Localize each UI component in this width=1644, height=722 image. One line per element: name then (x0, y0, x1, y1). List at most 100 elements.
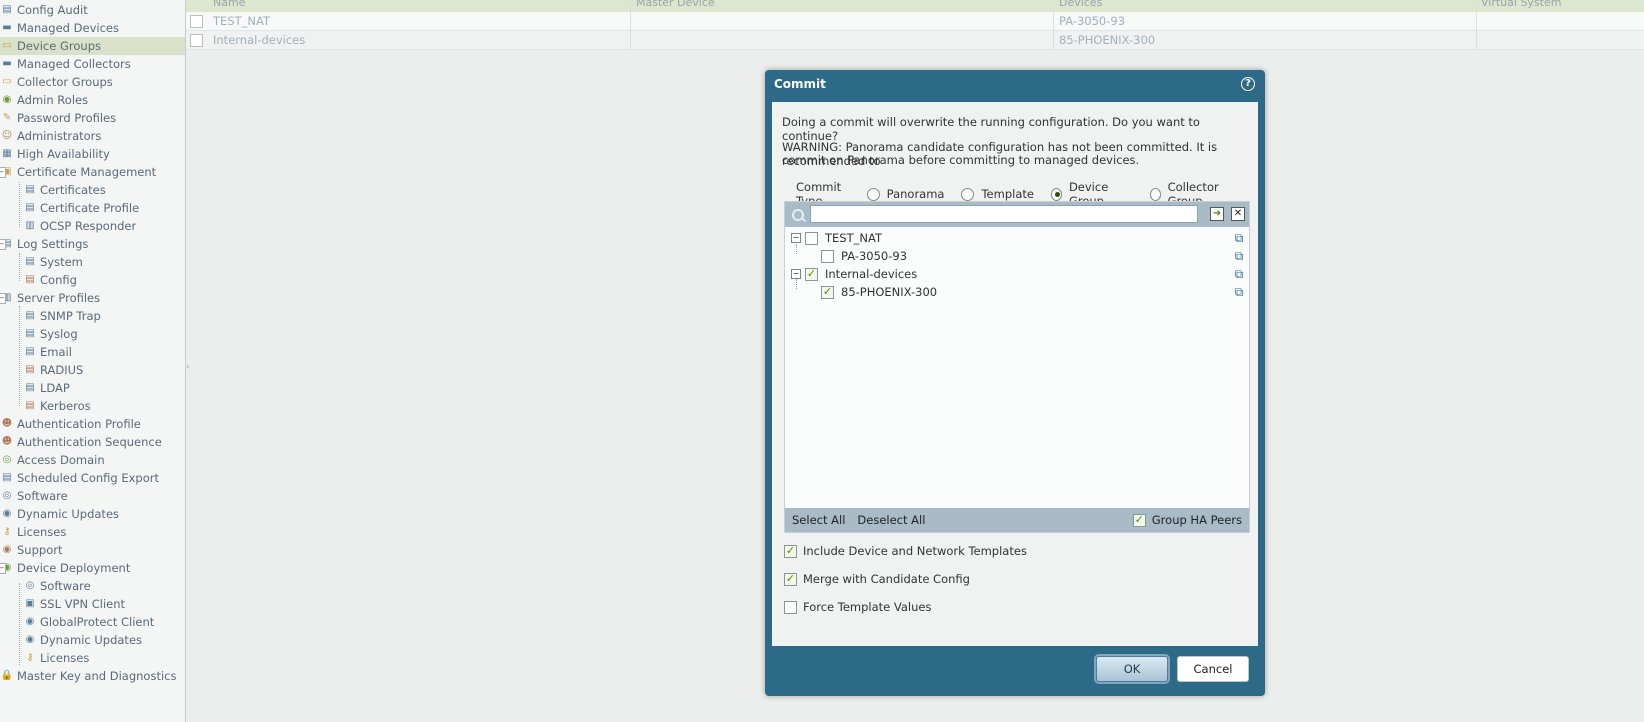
sidebar-item-label: Email (40, 345, 72, 359)
search-input[interactable] (810, 205, 1198, 223)
config-audit-icon: ▤ (2, 4, 12, 15)
merge-candidate-checkbox[interactable]: ✓ (784, 572, 797, 586)
select-all-button[interactable]: Select All (792, 513, 845, 527)
sidebar-item-device-groups[interactable]: ▭ Device Groups (0, 37, 185, 55)
sidebar-item[interactable]: ◉ Dynamic Updates (0, 631, 185, 649)
collapse-icon[interactable]: − (0, 166, 6, 178)
sidebar-item[interactable]: ▤ Certificates (0, 181, 185, 199)
sidebar-item[interactable]: ◎ Software (0, 487, 185, 505)
device-info-icon[interactable]: ⧉ (1232, 285, 1246, 299)
radio-button[interactable] (1050, 187, 1062, 201)
device-info-icon[interactable]: ⧉ (1232, 267, 1246, 281)
sidebar-item[interactable]: ▤ System (0, 253, 185, 271)
sidebar-item[interactable]: ▬ Managed Devices (0, 19, 185, 37)
option-include-templates[interactable]: ✓ Include Device and Network Templates (784, 544, 1027, 558)
sidebar-item[interactable]: −▣Certificate Management (0, 163, 185, 181)
sidebar-item[interactable]: ▭ Collector Groups (0, 73, 185, 91)
sidebar-item[interactable]: ☻ Authentication Profile (0, 415, 185, 433)
column-header-virtual-system[interactable]: Virtual System (1481, 0, 1561, 9)
radio-template[interactable]: Template (961, 187, 1034, 201)
checkbox-internal-devices[interactable]: ✓ (805, 268, 818, 281)
sidebar-item[interactable]: ▥ OCSP Responder (0, 217, 185, 235)
row-checkbox[interactable] (190, 34, 203, 47)
cancel-button[interactable]: Cancel (1177, 656, 1249, 682)
collapse-icon[interactable]: − (791, 233, 801, 243)
collapse-icon[interactable]: − (0, 292, 6, 304)
sidebar-item[interactable]: ⚷ Licenses (0, 649, 185, 667)
sidebar-item[interactable]: −▤Log Settings (0, 235, 185, 253)
sidebar-item[interactable]: ◎ Access Domain (0, 451, 185, 469)
deselect-all-button[interactable]: Deselect All (857, 513, 925, 527)
help-icon[interactable]: ? (1241, 77, 1255, 91)
snmp-icon: ▤ (25, 310, 35, 321)
row-checkbox[interactable] (190, 15, 203, 28)
sidebar-item[interactable]: ▤ Config Audit (0, 1, 185, 19)
sidebar-item-label: Software (17, 489, 68, 503)
radio-button[interactable] (961, 187, 975, 201)
sidebar-item[interactable]: ⚷ Licenses (0, 523, 185, 541)
sidebar-item-label: Log Settings (17, 237, 89, 251)
sidebar-item[interactable]: ◉ Support (0, 541, 185, 559)
apply-filter-icon[interactable]: ➜ (1210, 207, 1224, 221)
sidebar-item[interactable]: ☺ Administrators (0, 127, 185, 145)
group-ha-peers-option[interactable]: ✓ Group HA Peers (1132, 513, 1242, 527)
option-force-template[interactable]: Force Template Values (784, 600, 931, 614)
splitter-handle[interactable]: ‹ (186, 362, 190, 372)
panel-toolbar: ➜ ✕ (785, 202, 1249, 227)
tree-row-internal-devices[interactable]: − ✓ Internal-devices ⧉ (785, 265, 1249, 283)
sidebar-item[interactable]: ▤ RADIUS (0, 361, 185, 379)
force-template-checkbox[interactable] (784, 600, 797, 614)
cell-name[interactable]: TEST_NAT (213, 14, 270, 28)
sidebar-item-label: Dynamic Updates (40, 633, 143, 647)
sidebar-item[interactable]: ▦ High Availability (0, 145, 185, 163)
option-merge-candidate[interactable]: ✓ Merge with Candidate Config (784, 572, 970, 586)
sidebar-item[interactable]: ▤ Scheduled Config Export (0, 469, 185, 487)
sidebar-item[interactable]: ▤ Email (0, 343, 185, 361)
sidebar-item[interactable]: ▤ Kerberos (0, 397, 185, 415)
lock-icon: 🔒 (0, 670, 14, 681)
device-info-icon[interactable]: ⧉ (1232, 249, 1246, 263)
checkbox-test-nat[interactable] (805, 232, 818, 245)
column-header-devices[interactable]: Devices (1059, 0, 1102, 9)
cell-name[interactable]: Internal-devices (213, 33, 305, 47)
sidebar-item[interactable]: ▣ SSL VPN Client (0, 595, 185, 613)
checkbox-pa-3050-93[interactable] (821, 250, 834, 263)
tree-row-test-nat[interactable]: − TEST_NAT ⧉ (785, 229, 1249, 247)
radio-panorama[interactable]: Panorama (866, 187, 944, 201)
sidebar-item[interactable]: −◉Device Deployment (0, 559, 185, 577)
radio-button[interactable] (866, 187, 880, 201)
sidebar-item-label: OCSP Responder (40, 219, 137, 233)
sidebar-item[interactable]: ◉ Dynamic Updates (0, 505, 185, 523)
sidebar-item[interactable]: ▤ SNMP Trap (0, 307, 185, 325)
device-info-icon[interactable]: ⧉ (1232, 231, 1246, 245)
sidebar-item[interactable]: ✎ Password Profiles (0, 109, 185, 127)
sidebar-item[interactable]: ◎ Software (0, 577, 185, 595)
clear-filter-icon[interactable]: ✕ (1231, 207, 1245, 221)
sidebar-item[interactable]: ▤ LDAP (0, 379, 185, 397)
column-header-name[interactable]: Name (213, 0, 245, 9)
ok-button[interactable]: OK (1096, 656, 1168, 682)
collapse-icon[interactable]: − (791, 269, 801, 279)
tree-row-85-phoenix-300[interactable]: ✓ 85-PHOENIX-300 ⧉ (785, 283, 1249, 301)
sidebar-item[interactable]: ▤ Certificate Profile (0, 199, 185, 217)
sidebar-item[interactable]: 🔒 Master Key and Diagnostics (0, 667, 185, 685)
dialog-title: Commit (774, 77, 826, 91)
checkbox-85-phoenix-300[interactable]: ✓ (821, 286, 834, 299)
collapse-icon[interactable]: − (0, 238, 6, 250)
sidebar-item[interactable]: −▥Server Profiles (0, 289, 185, 307)
tree-row-pa-3050-93[interactable]: PA-3050-93 ⧉ (785, 247, 1249, 265)
table-row[interactable]: Internal-devices 85-PHOENIX-300 (186, 31, 1644, 50)
column-header-master-device[interactable]: Master Device (636, 0, 715, 9)
table-row[interactable]: TEST_NAT PA-3050-93 (186, 12, 1644, 31)
sidebar-item[interactable]: ▤ Syslog (0, 325, 185, 343)
collapse-icon[interactable]: − (0, 562, 6, 574)
sidebar-item[interactable]: ◉ Admin Roles (0, 91, 185, 109)
option-label: Force Template Values (803, 600, 932, 614)
sidebar-item[interactable]: ▬ Managed Collectors (0, 55, 185, 73)
group-ha-peers-checkbox[interactable]: ✓ (1132, 513, 1146, 527)
sidebar-item[interactable]: ☻ Authentication Sequence (0, 433, 185, 451)
include-templates-checkbox[interactable]: ✓ (784, 544, 797, 558)
sidebar-item[interactable]: ◉ GlobalProtect Client (0, 613, 185, 631)
radio-button[interactable] (1149, 187, 1161, 201)
sidebar-item[interactable]: ▤ Config (0, 271, 185, 289)
